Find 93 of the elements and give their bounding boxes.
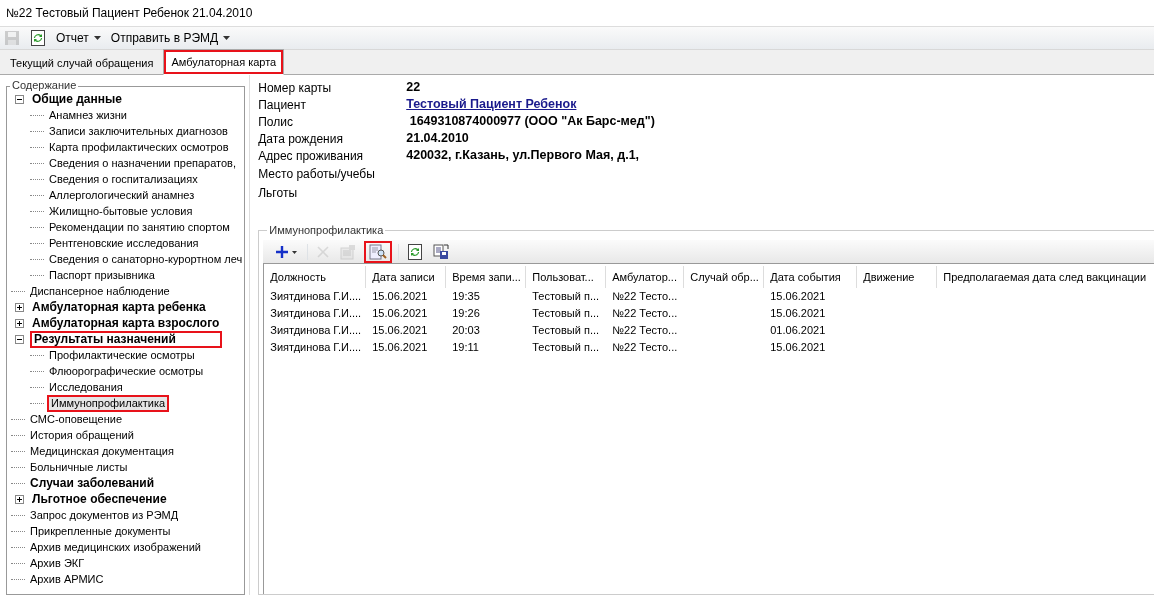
column-header[interactable]: Движение [857,266,938,288]
table-cell-text: Тестовый п... [531,340,601,355]
tree-item[interactable]: Прикрепленные документы [28,523,173,539]
table-cell-text: 15.06.2021 [371,323,429,338]
expand-icon[interactable] [15,302,24,312]
column-header[interactable]: Пользоват... [526,266,607,288]
field-value: 22 [406,79,421,97]
caret-icon [223,36,231,40]
tree-item[interactable]: Сведения о назначении препаратов, [47,155,238,171]
column-header[interactable]: Случай обр... [684,266,765,288]
table-cell-text: 15.06.2021 [371,289,429,304]
table-cell-text: №22 Тесто... [611,340,679,355]
tree-item[interactable]: СМС-оповещение [28,411,124,427]
field-label: Дата рождения [258,130,344,148]
expand-icon[interactable] [15,494,24,504]
tree-item[interactable]: Случаи заболеваний [28,475,157,491]
table-cell-text: 15.06.2021 [769,306,827,321]
caret-icon [93,36,101,40]
tree-item[interactable]: Анамнез жизни [47,107,129,123]
tree-item[interactable]: Аллергологический анамнез [47,187,197,203]
menu-button[interactable]: Отчет [54,29,103,47]
field-label: Полис [258,113,294,131]
table-cell-text: Зиятдинова Г.И.... [269,323,363,338]
field-label: Место работы/учебы [258,165,376,183]
tree-item[interactable]: Сведения о санаторно-курортном леч [47,251,245,267]
table-cell-text: 15.06.2021 [769,340,827,355]
tree-item[interactable]: Профилактические осмотры [47,347,197,363]
export-icon[interactable] [431,243,452,260]
tree-item[interactable]: Сведения о госпитализациях [47,171,200,187]
column-header[interactable]: Амбулатор... [606,266,685,288]
tree-item[interactable]: Амбулаторная карта взрослого [30,315,222,331]
group-title: Иммунопрофилактика [267,224,386,236]
tree-item[interactable]: Рентгеновские исследования [47,235,201,251]
field-label: Льготы [258,184,298,202]
tree-item[interactable]: Записи заключительных диагнозов [47,123,230,139]
table-cell-text: Зиятдинова Г.И.... [269,289,363,304]
tree-item[interactable]: Запрос документов из РЭМД [28,507,181,523]
tree-item[interactable]: Результаты назначений [30,330,222,348]
group-title: Содержание [10,79,79,91]
patient-link[interactable]: Тестовый Пациент Ребенок [406,95,577,114]
table-cell-text: 15.06.2021 [371,306,429,321]
tree-item[interactable]: Больничные листы [28,459,130,475]
menu-button[interactable]: Отправить в РЭМД [108,29,233,47]
tree-item[interactable]: Общие данные [30,91,124,107]
tree-item[interactable]: Архив медицинских изображений [28,539,203,555]
collapse-icon[interactable] [15,94,24,104]
collapse-icon[interactable] [15,334,24,344]
window-title: №22 Тестовый Пациент Ребенок 21.04.2010 [5,5,254,22]
tab[interactable]: Амбулаторная карта [163,48,285,75]
field-value: 1649310874000977 (ООО "Ак Барс-мед") [408,113,655,131]
table-cell-text: №22 Тесто... [611,323,679,338]
column-header[interactable]: Дата события [764,266,858,288]
column-header[interactable]: Дата записи [366,266,447,288]
tree-item[interactable]: Архив АРМИС [28,571,106,587]
column-header[interactable]: Время запи... [446,266,527,288]
tab[interactable]: Текущий случай обращения [4,51,160,74]
table-cell-text: Зиятдинова Г.И.... [269,306,363,321]
table-cell-text: 15.06.2021 [371,340,429,355]
table-cell-text: 19:11 [451,340,480,355]
tree-item[interactable]: Рекомендации по занятию спортом [47,219,232,235]
table-cell-text: 20:03 [451,323,481,338]
table-cell-text: 15.06.2021 [769,289,827,304]
tree-item[interactable]: Паспорт призывника [47,267,157,283]
tree-item[interactable]: Льготное обеспечение [30,491,169,507]
table-cell-text: Зиятдинова Г.И.... [269,340,363,355]
column-header[interactable]: Предполагаемая дата след вакцинации [937,266,1154,288]
tree-item[interactable]: Карта профилактических осмотров [47,139,231,155]
field-value: 420032, г.Казань, ул.Первого Мая, д.1, [406,147,640,165]
refresh-icon[interactable] [28,29,48,47]
field-label: Адрес проживания [258,147,365,165]
field-label: Пациент [258,96,307,114]
tree-item[interactable]: Амбулаторная карта ребенка [30,299,208,315]
table-cell-text: №22 Тесто... [611,289,679,304]
tree-item[interactable]: История обращений [28,427,136,443]
table-cell-text: №22 Тесто... [611,306,679,321]
table-cell-text: Тестовый п... [531,323,601,338]
tree-item[interactable]: Медицинская документация [28,443,176,459]
table-cell-text: 19:35 [451,289,481,304]
tree-item[interactable]: Жилищно-бытовые условия [47,203,195,219]
tree-item[interactable]: Архив ЭКГ [28,555,87,571]
tree-item[interactable]: Исследования [47,379,125,395]
table-cell-text: 01.06.2021 [769,323,827,338]
find-icon[interactable] [364,240,393,263]
table-cell-text: Тестовый п... [531,289,601,304]
expand-icon[interactable] [15,318,24,328]
field-label: Номер карты [258,79,333,97]
tree-item[interactable]: Флюорографические осмотры [47,363,206,379]
field-value: 21.04.2010 [406,130,469,148]
table-cell-text: Тестовый п... [531,306,601,321]
column-header[interactable]: Должность [264,266,367,288]
table-cell-text: 19:26 [451,306,481,321]
tree-item[interactable]: Иммунопрофилактика [47,394,170,412]
tree-item[interactable]: Диспансерное наблюдение [28,283,172,299]
